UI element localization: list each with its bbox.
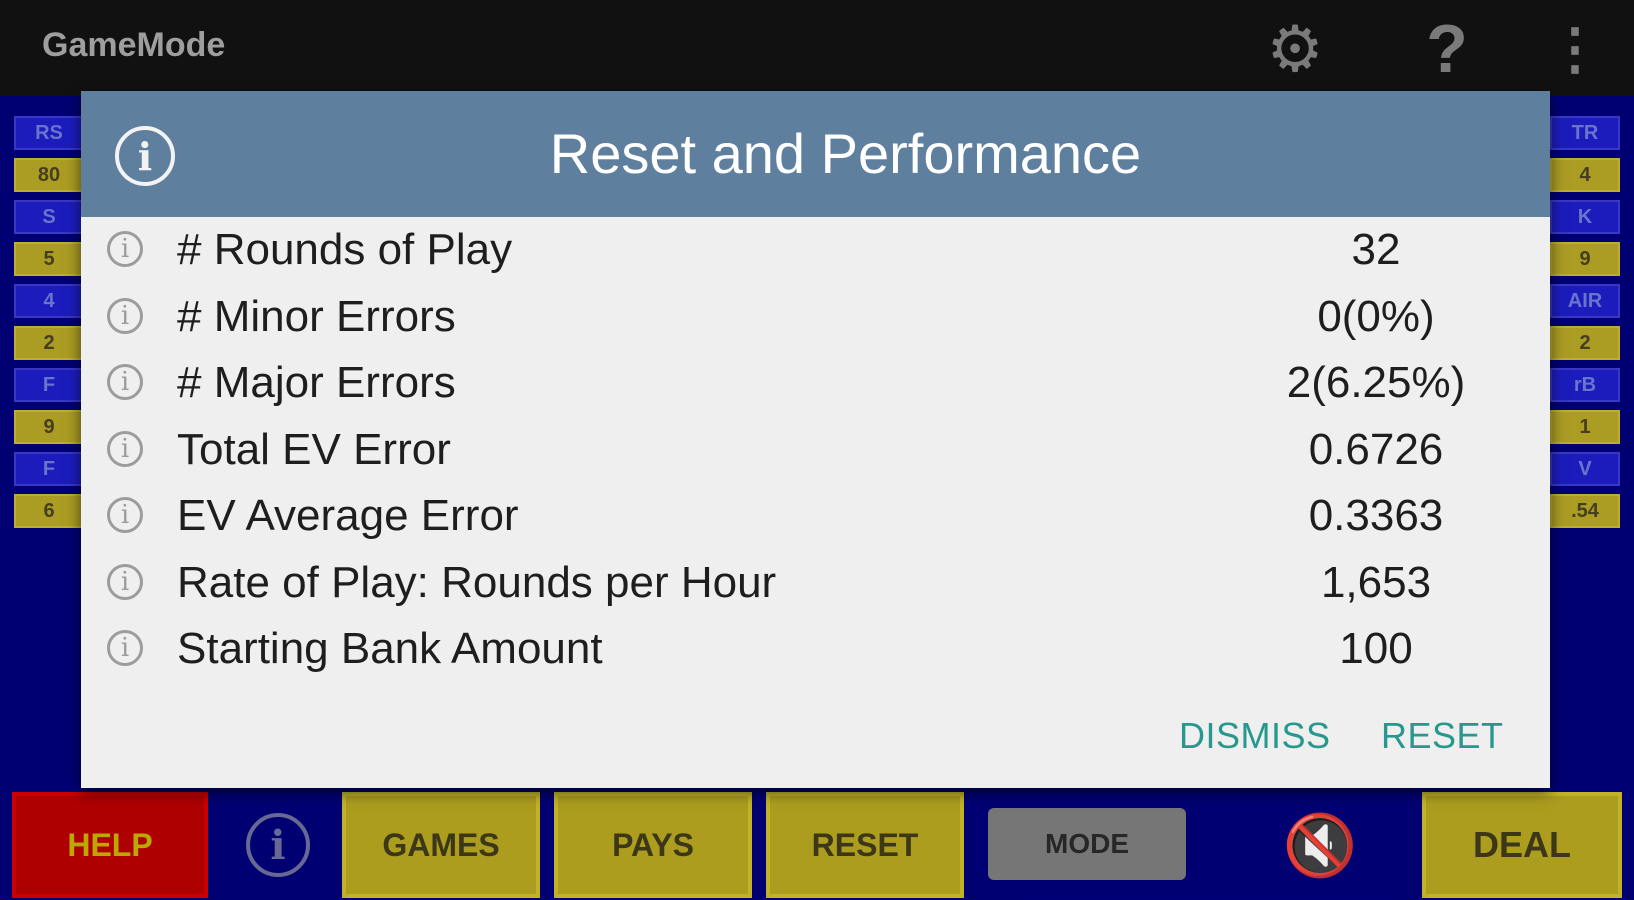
dialog-actions: DISMISS RESET <box>81 715 1550 765</box>
stats-list: i # Rounds of Play 32 i # Minor Errors 0… <box>81 217 1550 683</box>
stat-row: i # Rounds of Play 32 <box>81 217 1550 284</box>
stat-label: Rate of Play: Rounds per Hour <box>177 557 777 607</box>
reset-button[interactable]: RESET <box>1381 715 1504 757</box>
stat-value: 2(6.25%) <box>1286 358 1466 407</box>
stat-label: # Minor Errors <box>177 291 456 341</box>
stat-value: 0.6726 <box>1308 424 1444 474</box>
overflow-menu-icon[interactable]: ⋮ <box>1540 14 1610 84</box>
info-icon[interactable]: i <box>107 563 143 600</box>
app-title: GameMode <box>42 26 226 64</box>
stat-label: # Major Errors <box>177 358 456 407</box>
info-icon[interactable]: i <box>107 497 143 533</box>
stat-row: i Total EV Error 0.6726 <box>81 417 1550 484</box>
settings-gear-icon[interactable]: ⚙ <box>1260 13 1330 85</box>
dismiss-button[interactable]: DISMISS <box>1179 715 1331 757</box>
stat-value: 1,653 <box>1320 557 1432 607</box>
stat-row: i Starting Bank Amount 100 <box>81 616 1550 683</box>
stat-label: # Rounds of Play <box>177 225 513 274</box>
reset-performance-dialog: i Reset and Performance i # Rounds of Pl… <box>81 91 1550 788</box>
stat-value: 0.3363 <box>1308 491 1444 540</box>
info-icon[interactable]: i <box>107 364 143 400</box>
stat-value: 0(0%) <box>1317 291 1435 341</box>
dialog-title: Reset and Performance <box>549 122 1142 185</box>
stat-value: 32 <box>1351 225 1401 274</box>
stat-row: i # Major Errors 2(6.25%) <box>81 350 1550 417</box>
help-question-icon[interactable]: ? <box>1412 11 1482 87</box>
stat-label: EV Average Error <box>177 491 519 540</box>
app-bar: GameMode ⚙ ? ⋮ <box>0 0 1634 96</box>
info-icon[interactable]: i <box>107 231 143 267</box>
stat-row: i # Minor Errors 0(0%) <box>81 284 1550 351</box>
stat-label: Starting Bank Amount <box>177 624 603 673</box>
info-icon[interactable]: i <box>107 630 143 666</box>
stat-label: Total EV Error <box>177 424 451 474</box>
stat-row: i Rate of Play: Rounds per Hour 1,653 <box>81 550 1550 617</box>
info-icon[interactable]: i <box>107 430 143 467</box>
dialog-header: i Reset and Performance <box>81 91 1550 217</box>
info-icon[interactable]: i <box>107 297 143 334</box>
stat-value: 100 <box>1339 624 1413 673</box>
stat-row: i EV Average Error 0.3363 <box>81 483 1550 550</box>
